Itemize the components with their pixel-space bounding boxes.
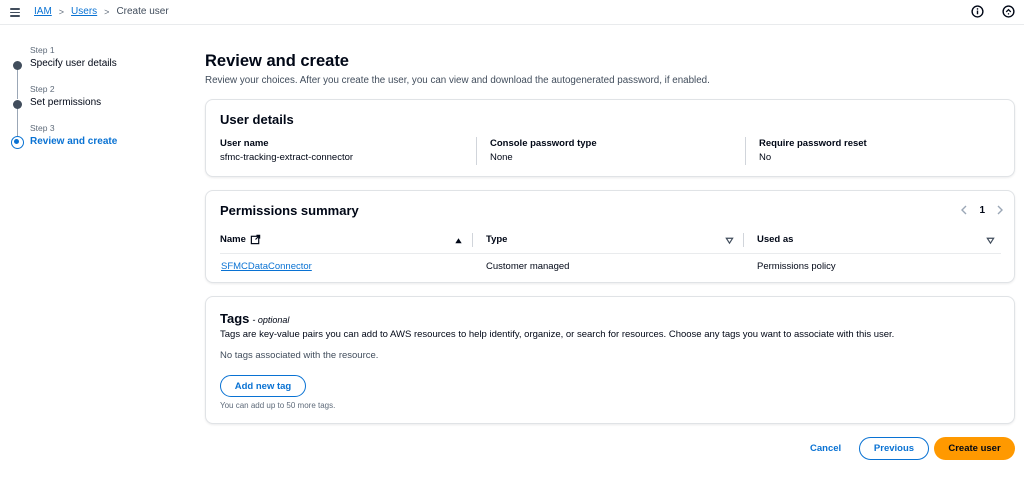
console-password-type-value: None bbox=[490, 152, 513, 163]
chevron-right-icon[interactable] bbox=[993, 203, 1007, 217]
notification-icon[interactable] bbox=[1002, 5, 1015, 18]
external-link-icon bbox=[250, 234, 261, 245]
pagination: 1 bbox=[957, 203, 1007, 217]
step-number: Step 2 bbox=[30, 84, 55, 94]
user-details-card: User details User name sfmc-tracking-ext… bbox=[205, 99, 1015, 177]
column-header-used-as[interactable]: Used as bbox=[757, 234, 793, 245]
top-navigation: IAM > Users > Create user bbox=[0, 0, 1024, 25]
add-new-tag-button[interactable]: Add new tag bbox=[220, 375, 306, 397]
step-label-active: Review and create bbox=[30, 136, 118, 147]
sort-down-icon[interactable] bbox=[986, 236, 995, 245]
console-password-type-label: Console password type bbox=[490, 138, 597, 149]
step-indicator-active bbox=[11, 136, 24, 149]
column-divider bbox=[745, 137, 746, 165]
step-label: Set permissions bbox=[30, 97, 102, 108]
policy-used-as: Permissions policy bbox=[757, 261, 836, 272]
breadcrumb: IAM > Users > Create user bbox=[34, 6, 169, 17]
tags-title-text: Tags bbox=[220, 311, 250, 326]
column-header-type[interactable]: Type bbox=[486, 234, 507, 245]
step-2: Step 2 Set permissions bbox=[0, 84, 190, 116]
header-divider bbox=[220, 253, 1001, 254]
column-divider bbox=[743, 233, 744, 247]
require-password-reset-label: Require password reset bbox=[759, 138, 867, 149]
user-details-title: User details bbox=[220, 112, 294, 127]
chevron-left-icon[interactable] bbox=[957, 203, 971, 217]
info-icon[interactable] bbox=[971, 5, 984, 18]
step-3: Step 3 Review and create bbox=[0, 123, 190, 155]
step-1: Step 1 Specify user details bbox=[0, 45, 190, 77]
policy-name-link[interactable]: SFMCDataConnector bbox=[221, 261, 312, 272]
column-divider bbox=[472, 233, 473, 247]
permissions-summary-card: Permissions summary 1 Name Type Used as … bbox=[205, 190, 1015, 283]
breadcrumb-current: Create user bbox=[116, 6, 169, 17]
step-number: Step 3 bbox=[30, 123, 55, 133]
tags-card: Tags - optional Tags are key-value pairs … bbox=[205, 296, 1015, 424]
step-indicator bbox=[13, 99, 22, 109]
step-indicator bbox=[13, 60, 22, 70]
create-user-button[interactable]: Create user bbox=[934, 437, 1015, 460]
column-divider bbox=[476, 137, 477, 165]
sort-up-icon[interactable] bbox=[454, 236, 463, 245]
step-label: Specify user details bbox=[30, 58, 117, 69]
permissions-summary-title: Permissions summary bbox=[220, 203, 359, 218]
sort-down-icon[interactable] bbox=[725, 236, 734, 245]
cancel-button[interactable]: Cancel bbox=[810, 443, 841, 454]
user-name-value: sfmc-tracking-extract-connector bbox=[220, 152, 354, 163]
tags-optional-label: - optional bbox=[252, 315, 290, 325]
policy-type: Customer managed bbox=[486, 261, 570, 272]
tags-empty-message: No tags associated with the resource. bbox=[220, 350, 379, 361]
chevron-right-icon: > bbox=[104, 6, 110, 17]
require-password-reset-value: No bbox=[759, 152, 772, 163]
breadcrumb-iam[interactable]: IAM bbox=[34, 6, 52, 17]
tags-title: Tags - optional bbox=[220, 311, 289, 326]
page-title: Review and create bbox=[205, 52, 349, 70]
column-header-name-label: Name bbox=[220, 234, 246, 245]
tags-hint: You can add up to 50 more tags. bbox=[220, 401, 336, 410]
breadcrumb-users[interactable]: Users bbox=[71, 6, 97, 17]
menu-icon[interactable] bbox=[10, 6, 22, 18]
page-number[interactable]: 1 bbox=[979, 205, 985, 216]
previous-button[interactable]: Previous bbox=[859, 437, 929, 460]
page-description: Review your choices. After you create th… bbox=[205, 75, 710, 86]
chevron-right-icon: > bbox=[58, 6, 65, 17]
tags-description: Tags are key-value pairs you can add to … bbox=[220, 329, 895, 340]
column-header-name[interactable]: Name bbox=[220, 234, 261, 245]
user-name-label: User name bbox=[220, 138, 269, 149]
step-number: Step 1 bbox=[30, 45, 55, 55]
